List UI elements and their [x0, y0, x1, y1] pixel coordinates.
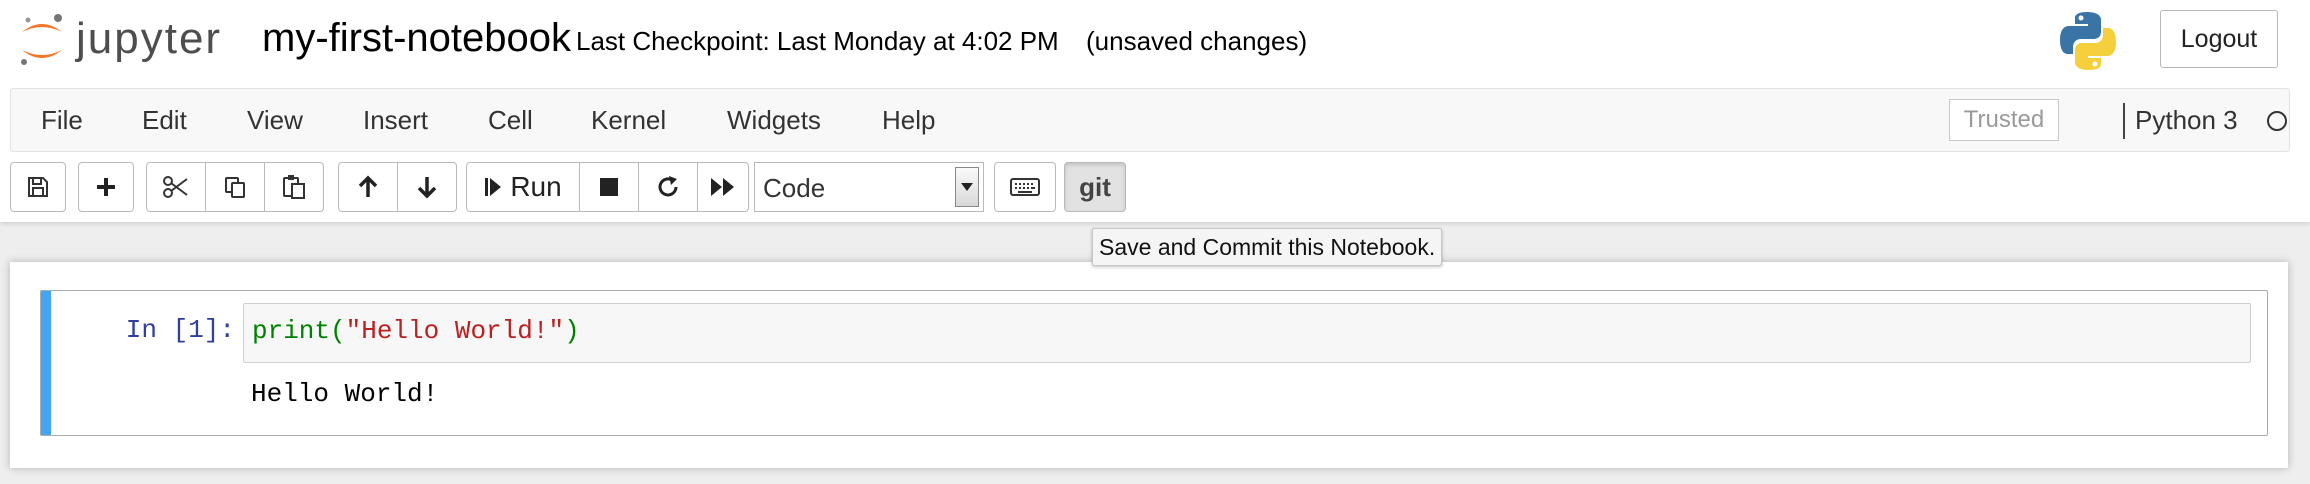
command-palette-button[interactable]	[994, 162, 1056, 212]
menu-kernel[interactable]: Kernel	[591, 105, 666, 136]
git-commit-button[interactable]: git	[1064, 162, 1126, 212]
restart-button[interactable]	[638, 162, 698, 212]
step-forward-icon	[485, 178, 502, 196]
stop-icon	[600, 178, 618, 196]
code-builtin: print	[252, 316, 331, 346]
python-logo-icon	[2060, 12, 2116, 70]
paste-icon	[283, 175, 305, 199]
run-all-button[interactable]	[697, 162, 749, 212]
menu-edit[interactable]: Edit	[142, 105, 187, 136]
run-button[interactable]: Run	[466, 162, 580, 212]
code-paren-close: )	[564, 316, 580, 346]
chevron-down-icon	[961, 183, 973, 191]
save-icon	[28, 177, 48, 197]
last-checkpoint: Last Checkpoint: Last Monday at 4:02 PM	[576, 26, 1059, 56]
trusted-indicator[interactable]: Trusted	[1949, 99, 2059, 141]
code-line: print("Hello World!")	[252, 316, 580, 346]
top-bar: jupyter my-first-notebook Last Checkpoin…	[0, 0, 2310, 86]
cell-selected-indicator	[41, 291, 51, 435]
arrow-up-icon	[358, 175, 378, 197]
menu-view[interactable]: View	[247, 105, 303, 136]
jupyter-logo[interactable]: jupyter	[18, 10, 238, 76]
dropdown-arrow[interactable]	[955, 167, 979, 207]
code-cell[interactable]: In [1]: print("Hello World!") Hello Worl…	[40, 290, 2268, 436]
copy-icon	[225, 177, 245, 198]
kernel-name: Python 3	[2135, 105, 2238, 135]
interrupt-button[interactable]	[579, 162, 639, 212]
insert-cell-button[interactable]	[78, 162, 134, 212]
keyboard-icon	[1010, 178, 1040, 196]
menu-file[interactable]: File	[41, 105, 83, 136]
git-tooltip: Save and Commit this Notebook.	[1092, 228, 1443, 266]
logo-text: jupyter	[76, 14, 223, 63]
code-paren-open: (	[330, 316, 346, 346]
paste-button[interactable]	[264, 162, 324, 212]
cell-type-value: Code	[763, 173, 826, 203]
fast-forward-icon	[711, 178, 734, 196]
restart-icon	[658, 176, 678, 197]
notebook-container: In [1]: print("Hello World!") Hello Worl…	[10, 262, 2288, 468]
code-editor[interactable]: print("Hello World!")	[243, 303, 2251, 363]
header: jupyter my-first-notebook Last Checkpoin…	[0, 0, 2310, 222]
cell-output: Hello World!	[251, 379, 439, 409]
notebook-title[interactable]: my-first-notebook	[258, 14, 575, 63]
toolbar: Run Code git	[10, 162, 1310, 214]
plus-icon	[97, 178, 115, 196]
cell-type-select[interactable]: Code	[754, 162, 984, 212]
menubar: File Edit View Insert Cell Kernel Widget…	[10, 88, 2290, 152]
kernel-idle-icon	[2267, 111, 2287, 131]
autosave-status: (unsaved changes)	[1086, 26, 1308, 56]
save-button[interactable]	[10, 162, 66, 212]
menu-help[interactable]: Help	[882, 105, 935, 136]
arrow-down-icon	[417, 177, 437, 199]
logout-button[interactable]: Logout	[2160, 10, 2278, 68]
scissors-icon	[163, 176, 188, 198]
run-label: Run	[510, 171, 562, 202]
code-string: "Hello World!"	[345, 316, 565, 346]
move-up-button[interactable]	[338, 162, 398, 212]
input-prompt: In [1]:	[125, 315, 235, 345]
move-down-button[interactable]	[397, 162, 457, 212]
kernel-divider	[2123, 103, 2125, 139]
jupyter-logo-icon	[21, 14, 62, 65]
cut-button[interactable]	[146, 162, 206, 212]
copy-button[interactable]	[205, 162, 265, 212]
menu-insert[interactable]: Insert	[363, 105, 428, 136]
menu-cell[interactable]: Cell	[488, 105, 533, 136]
menu-widgets[interactable]: Widgets	[727, 105, 821, 136]
